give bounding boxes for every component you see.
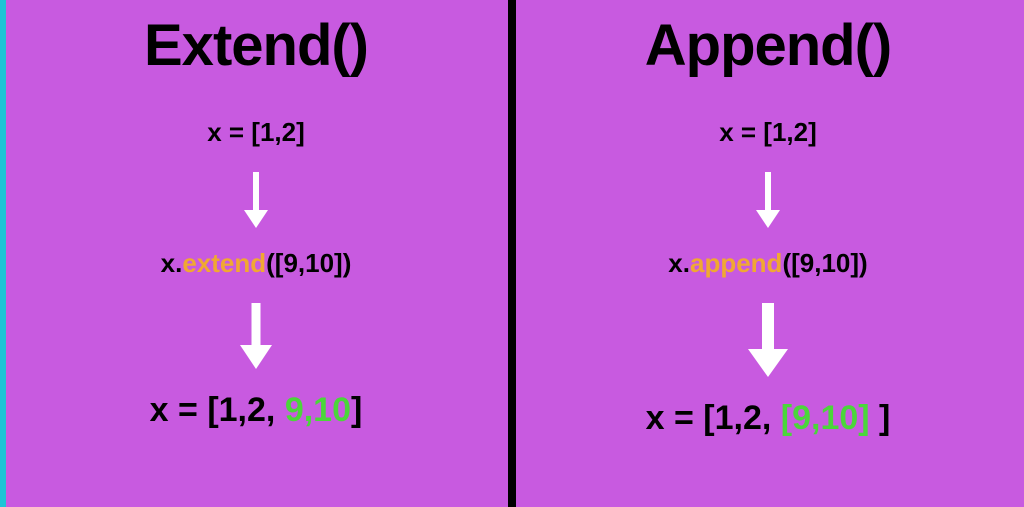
call-args: ([9,10])	[266, 248, 351, 278]
append-call-code: x.append([9,10])	[668, 248, 867, 279]
extend-title: Extend()	[144, 12, 368, 79]
extend-result-code: x = [1,2, 9,10]	[150, 391, 363, 430]
call-object: x.	[668, 248, 690, 278]
arrow-down-icon	[746, 301, 790, 379]
call-object: x.	[161, 248, 183, 278]
result-prefix: x = [1,2,	[150, 391, 285, 429]
append-result-code: x = [1,2, [9,10] ]	[646, 399, 891, 438]
call-method: extend	[182, 248, 266, 278]
center-divider	[508, 0, 516, 507]
arrow-down-icon	[241, 170, 271, 230]
arrow-down-icon	[238, 301, 274, 371]
result-suffix: ]	[870, 399, 891, 437]
result-suffix: ]	[351, 391, 362, 429]
result-added: [9,10]	[781, 399, 870, 437]
call-method: append	[690, 248, 782, 278]
left-edge-accent	[0, 0, 6, 507]
extend-panel: Extend() x = [1,2] x.extend([9,10]) x = …	[0, 0, 512, 507]
call-args: ([9,10])	[782, 248, 867, 278]
append-title: Append()	[645, 12, 892, 79]
result-added: 9,10	[285, 391, 351, 429]
arrow-down-icon	[753, 170, 783, 230]
result-prefix: x = [1,2,	[646, 399, 781, 437]
append-initial-code: x = [1,2]	[719, 117, 817, 148]
append-panel: Append() x = [1,2] x.append([9,10]) x = …	[512, 0, 1024, 507]
extend-call-code: x.extend([9,10])	[161, 248, 352, 279]
extend-initial-code: x = [1,2]	[207, 117, 305, 148]
